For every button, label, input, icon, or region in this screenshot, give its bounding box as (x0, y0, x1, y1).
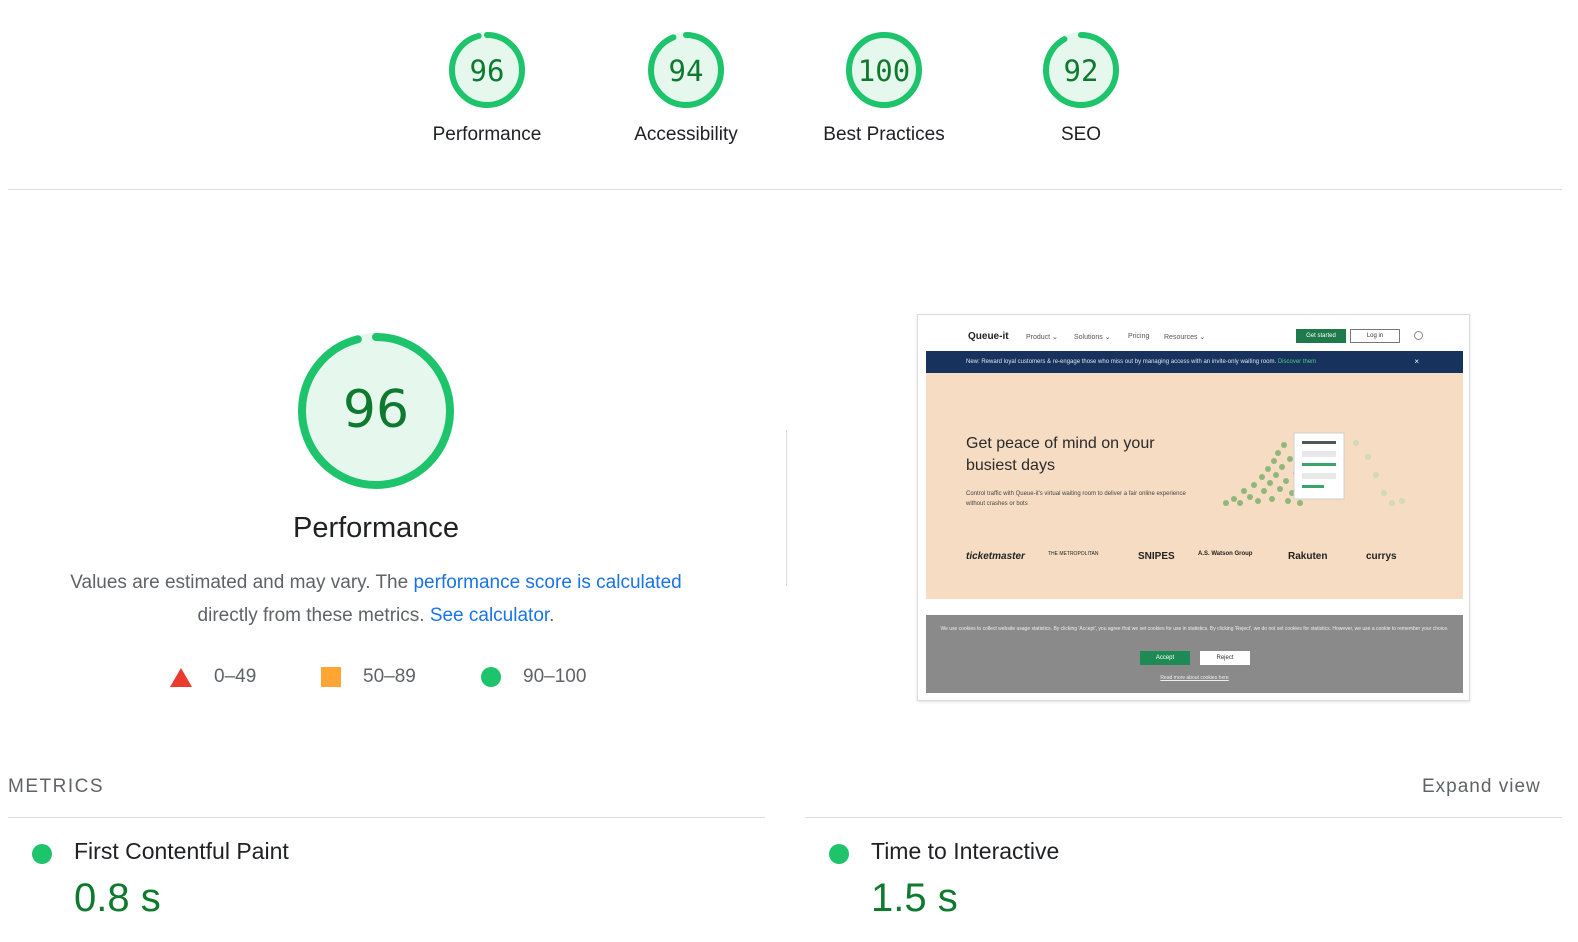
thumb-headline: Get peace of mind on your busiest days (966, 435, 1155, 474)
performance-title: Performance (292, 512, 459, 544)
metric-name: Time to Interactive (871, 838, 1060, 864)
thumb-get-started: Get started (1296, 329, 1346, 343)
gauge-score: 92 (1063, 54, 1099, 88)
metric-value: 1.5 s (871, 876, 958, 920)
metrics-divider (805, 817, 1562, 818)
thumb-hero: Get peace of mind on your busiest days C… (926, 373, 1463, 599)
thumb-log-in: Log in (1350, 329, 1400, 343)
thumb-nav: Queue-it Product ⌄ Solutions ⌄ Pricing R… (926, 323, 1463, 351)
section-divider (786, 430, 787, 586)
desc-text: . (549, 605, 555, 626)
legend-range: 0–49 (214, 666, 257, 687)
thumb-logo-item: THE METROPOLITAN (1048, 551, 1099, 557)
thumb-cookie-banner: We use cookies to collect website usage … (926, 615, 1463, 693)
gauge-seo[interactable]: 92 SEO (1001, 30, 1161, 146)
square-icon (321, 667, 341, 687)
gauge-score: 94 (668, 54, 704, 88)
gauge-accessibility[interactable]: 94 Accessibility (606, 30, 766, 146)
thumb-menu-item: Pricing (1128, 333, 1150, 340)
thumb-menu-item: Solutions ⌄ (1074, 334, 1111, 341)
expand-view-toggle[interactable]: Expand view (1422, 776, 1541, 798)
thumb-customer-logos: ticketmaster THE METROPOLITAN SNIPES A.S… (966, 551, 1426, 567)
thumb-logo-item: ticketmaster (966, 551, 1025, 562)
thumb-logo-item: currys (1366, 551, 1397, 562)
crowd-illustration-icon (1223, 432, 1405, 506)
thumb-read-more-link: Read more about cookies here (1160, 675, 1229, 681)
legend-average: 50–89 (321, 664, 416, 690)
see-calculator-link[interactable]: See calculator (430, 605, 549, 626)
metric-value: 0.8 s (74, 876, 161, 920)
metric-name: First Contentful Paint (74, 838, 289, 864)
legend-fail: 0–49 (170, 664, 256, 690)
desc-text: Values are estimated and may vary. The (70, 572, 414, 593)
thumb-banner-link: Discover them (1277, 359, 1317, 365)
circle-icon (481, 667, 501, 687)
thumb-reject-button: Reject (1200, 651, 1250, 665)
performance-description: Values are estimated and may vary. The p… (40, 566, 712, 632)
help-icon (1414, 331, 1423, 340)
score-calculated-link[interactable]: performance score is calculated (413, 572, 681, 593)
triangle-icon (170, 667, 192, 687)
thumb-logo: Queue-it (968, 331, 1009, 342)
metrics-divider (8, 817, 765, 818)
gauge-best-practices[interactable]: 100 Best Practices (804, 30, 964, 146)
desc-text: directly from these metrics. (197, 605, 430, 626)
performance-score: 96 (342, 380, 410, 440)
thumb-banner-text: New: Reward loyal customers & re-engage … (966, 359, 1277, 365)
legend-pass: 90–100 (481, 664, 586, 690)
legend-range: 90–100 (523, 666, 587, 687)
thumb-menu-item: Product ⌄ (1026, 334, 1058, 341)
gauge-label: Performance (432, 124, 542, 145)
thumb-banner: New: Reward loyal customers & re-engage … (926, 351, 1463, 373)
pass-circle-icon (829, 844, 849, 864)
metrics-heading: METRICS (8, 776, 104, 797)
gauge-label: Best Practices (823, 124, 945, 145)
close-icon: × (1414, 357, 1419, 366)
gauge-label: Accessibility (634, 124, 738, 145)
thumb-subtext: Control traffic with Queue-it's virtual … (966, 491, 1186, 507)
thumb-logo-item: A.S. Watson Group (1198, 551, 1253, 557)
thumb-logo-item: Rakuten (1288, 551, 1328, 562)
gauge-score: 96 (469, 54, 505, 88)
header-divider (8, 189, 1562, 190)
thumb-accept-button: Accept (1140, 651, 1190, 665)
legend-range: 50–89 (363, 666, 416, 687)
thumb-menu-item: Resources ⌄ (1164, 334, 1206, 341)
pass-circle-icon (32, 844, 52, 864)
category-gauges: 96 Performance 94 Accessibility 100 Best… (0, 0, 1578, 190)
final-screenshot[interactable]: Queue-it Product ⌄ Solutions ⌄ Pricing R… (917, 314, 1470, 701)
gauge-performance[interactable]: 96 Performance (407, 30, 567, 146)
gauge-label: SEO (1060, 124, 1102, 145)
thumb-logo-item: SNIPES (1138, 551, 1175, 562)
thumb-cookie-text: We use cookies to collect website usage … (940, 626, 1449, 632)
gauge-score: 100 (857, 54, 911, 88)
